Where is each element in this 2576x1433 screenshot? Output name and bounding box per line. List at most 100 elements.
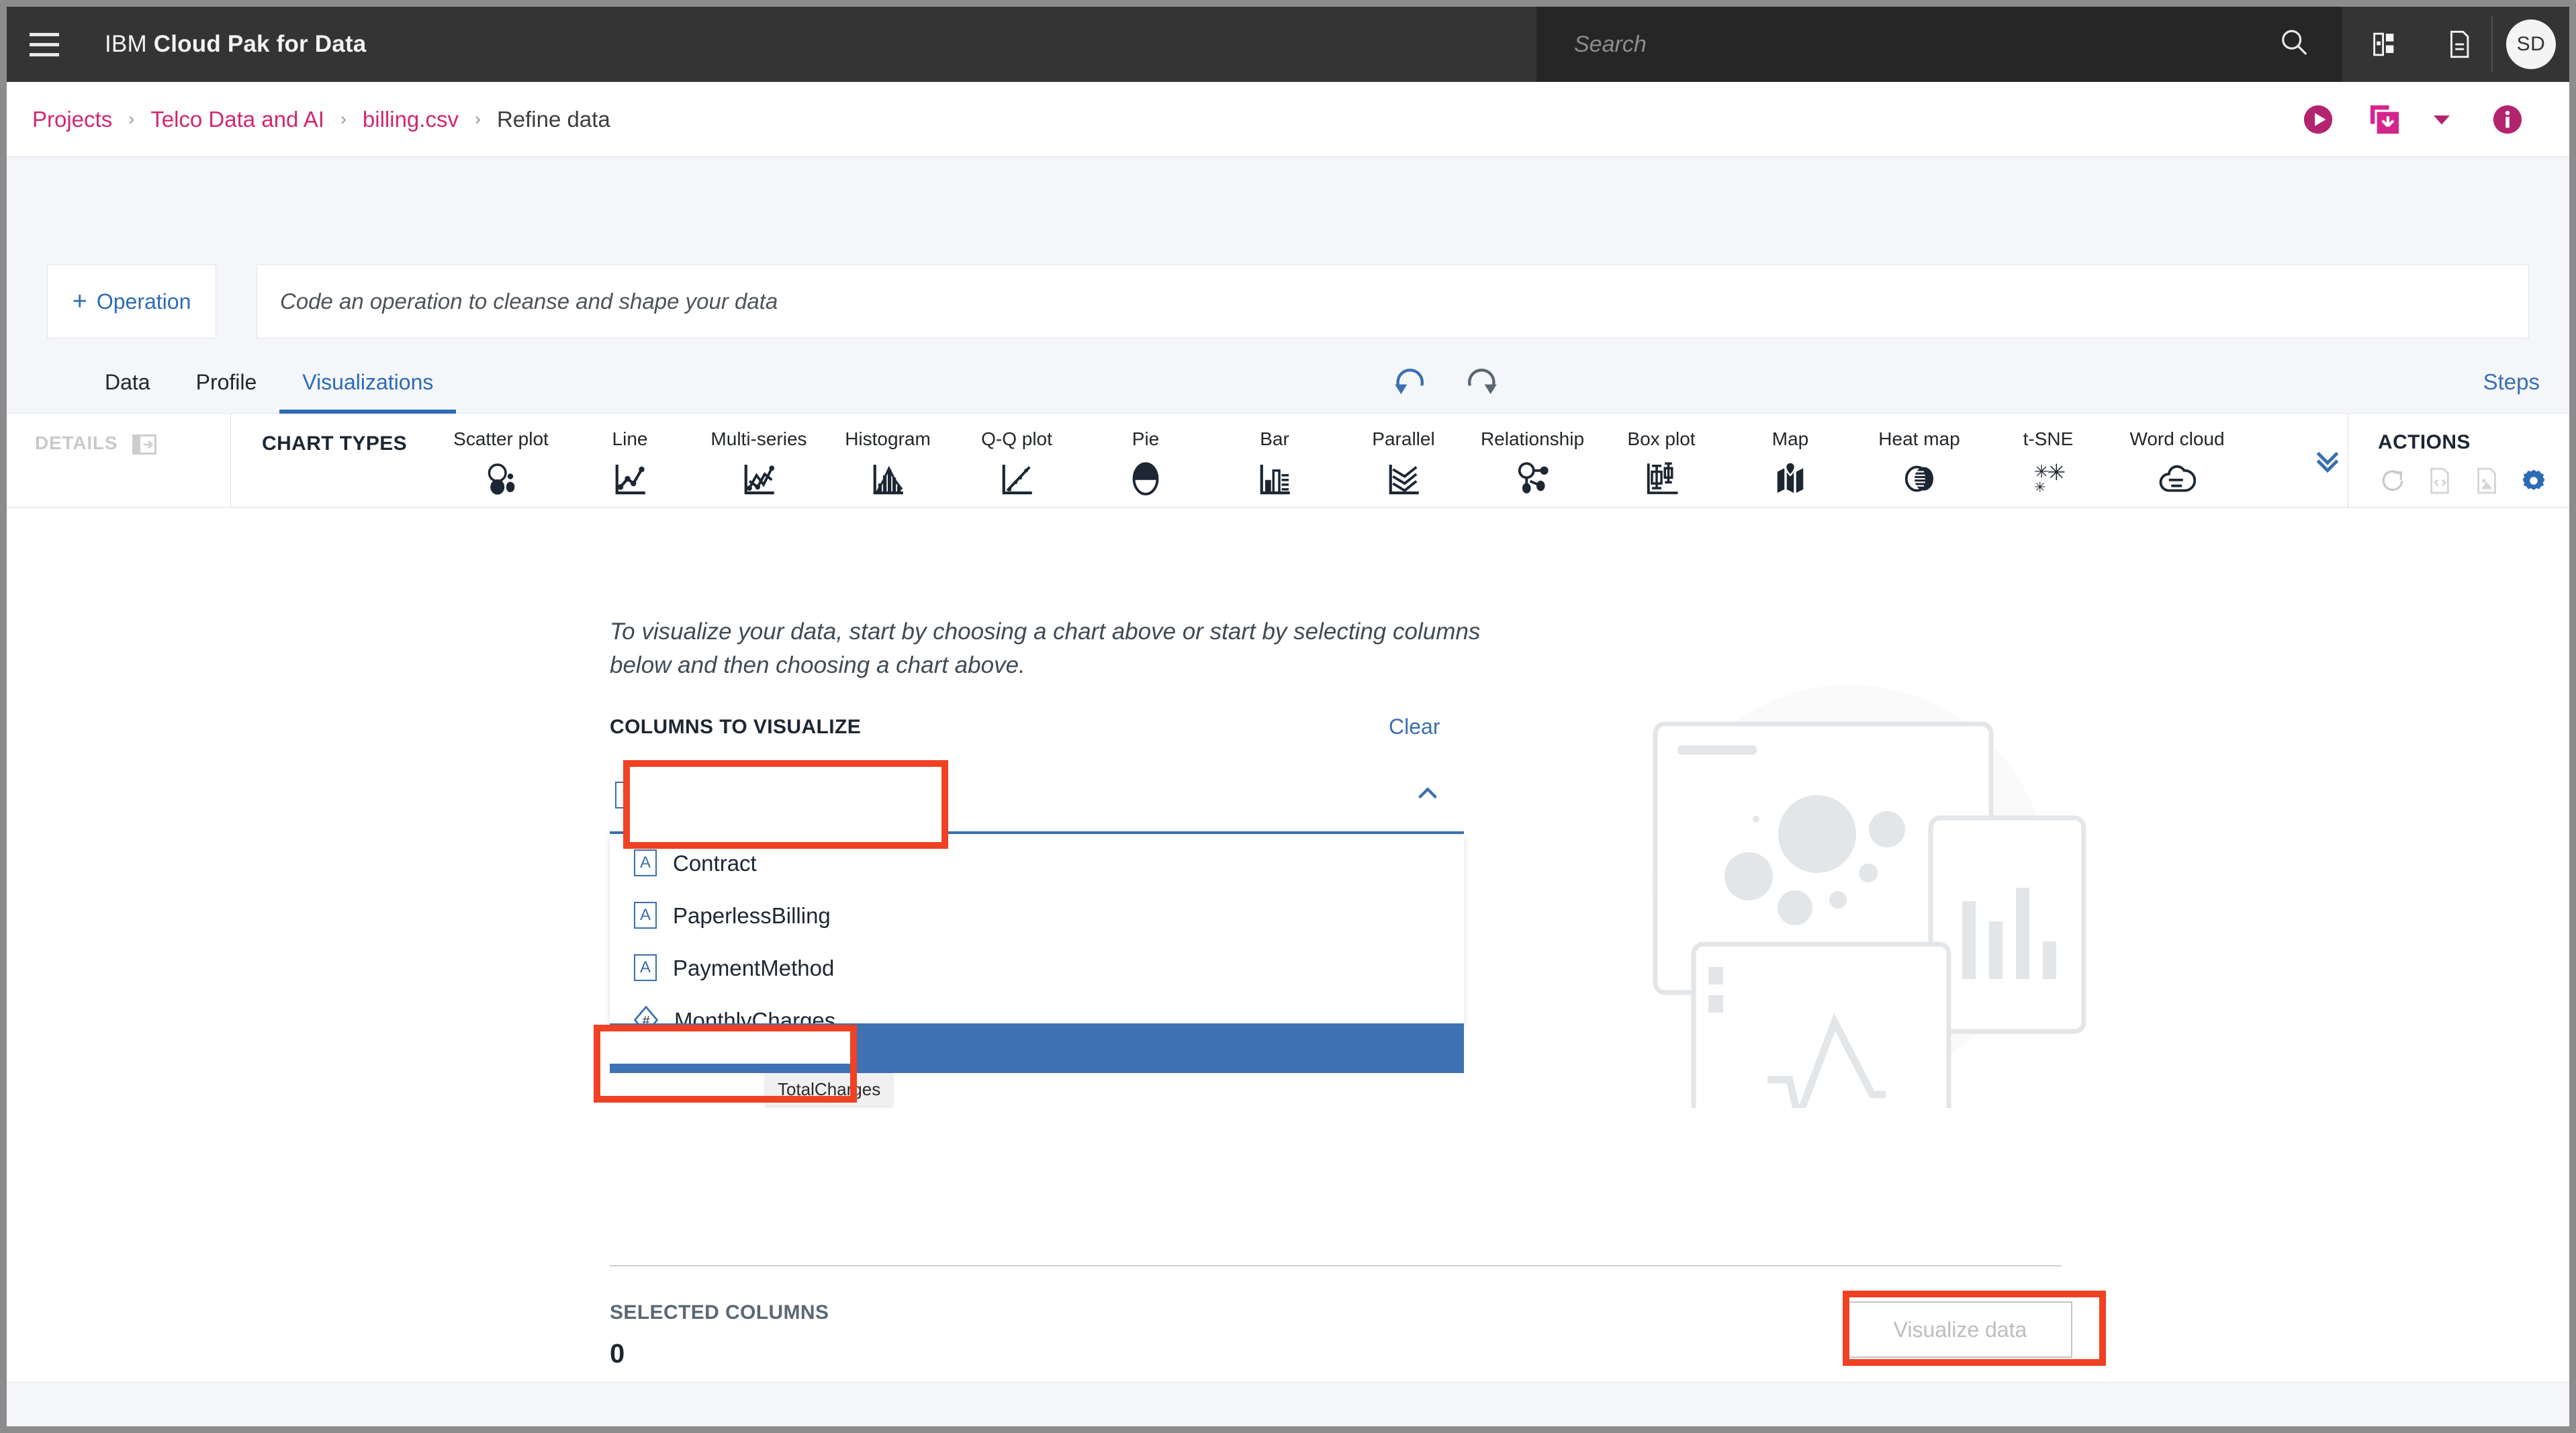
- chart-type-line[interactable]: Line: [565, 414, 694, 500]
- view-tabs: Data Profile Visualizations: [82, 351, 456, 414]
- avatar[interactable]: SD: [2506, 19, 2556, 69]
- annotation-fill: [630, 767, 941, 842]
- details-panel: DETAILS: [7, 414, 231, 508]
- save-dropdown-chevron-icon[interactable]: [2413, 82, 2470, 157]
- dropdown-option-label: PaymentMethod: [673, 957, 834, 979]
- search-icon[interactable]: [2279, 28, 2310, 62]
- chart-type-label: Q-Q plot: [981, 430, 1052, 449]
- map-icon: [1772, 458, 1809, 500]
- dropdown-option-monthlycharges[interactable]: # MonthlyCharges: [610, 994, 1464, 1023]
- tab-visualizations[interactable]: Visualizations: [279, 351, 456, 414]
- svg-text:#: #: [643, 1014, 650, 1024]
- chart-type-map[interactable]: Map: [1726, 414, 1855, 500]
- chevron-right-icon: ›: [128, 110, 134, 128]
- gear-icon[interactable]: [2519, 466, 2548, 499]
- chart-type-parallel[interactable]: Parallel: [1339, 414, 1468, 500]
- app-title: IBM Cloud Pak for Data: [105, 31, 366, 58]
- dropdown-option-paymentmethod[interactable]: A PaymentMethod: [610, 941, 1464, 994]
- refresh-icon[interactable]: [2378, 466, 2407, 499]
- chart-type-bar[interactable]: Bar: [1210, 414, 1339, 500]
- chart-type-heat-map[interactable]: Heat map: [1855, 414, 1984, 500]
- chart-type-label: Line: [612, 430, 648, 449]
- footer-bar: [7, 1382, 2569, 1426]
- text-type-badge-icon: A: [634, 954, 657, 981]
- document-icon[interactable]: [2422, 7, 2497, 82]
- breadcrumb-item-file[interactable]: billing.csv: [363, 107, 459, 132]
- chart-types-list: Scatter plot Line: [436, 414, 2242, 508]
- global-header: IBM Cloud Pak for Data Search: [7, 7, 2569, 82]
- visualize-data-button[interactable]: Visualize data: [1848, 1301, 2072, 1358]
- pie-chart-icon: [1127, 458, 1164, 500]
- redo-icon[interactable]: [1463, 361, 1502, 404]
- breadcrumb-item-project[interactable]: Telco Data and AI: [150, 107, 324, 132]
- chart-type-box-plot[interactable]: Box plot: [1597, 414, 1726, 500]
- chevron-up-icon[interactable]: [1414, 780, 1441, 811]
- undo-redo-group: [1390, 351, 1502, 414]
- dropdown-option-paperlessbilling[interactable]: A PaperlessBilling: [610, 889, 1464, 941]
- plus-icon: +: [73, 289, 87, 314]
- columns-to-visualize-label: COLUMNS TO VISUALIZE: [610, 716, 861, 739]
- chart-type-histogram[interactable]: Histogram: [823, 414, 952, 500]
- save-as-icon[interactable]: [2356, 82, 2413, 157]
- columns-dropdown-list[interactable]: A Contract A PaperlessBilling A PaymentM…: [610, 837, 1464, 1023]
- text-type-badge-icon: A: [634, 902, 657, 929]
- menu-icon[interactable]: [7, 7, 82, 82]
- chart-type-scatter-plot[interactable]: Scatter plot: [436, 414, 565, 500]
- view-tabs-bar: Data Profile Visualizations Steps: [7, 351, 2569, 414]
- chart-type-label: Pie: [1132, 430, 1159, 449]
- info-icon[interactable]: [2470, 82, 2545, 157]
- text-type-badge-icon: A: [634, 849, 657, 876]
- multi-series-icon: [740, 458, 778, 500]
- numeric-type-badge-icon: #: [634, 1006, 658, 1023]
- actions-label: ACTIONS: [2378, 431, 2569, 454]
- tsne-icon: ✳ ✳ ✳: [2029, 458, 2067, 500]
- chart-type-label: t-SNE: [2023, 430, 2074, 449]
- intro-text: To visualize your data, start by choosin…: [610, 615, 1483, 682]
- steps-link[interactable]: Steps: [2483, 351, 2540, 414]
- operation-code-input[interactable]: Code an operation to cleanse and shape y…: [257, 265, 2529, 338]
- image-file-icon[interactable]: [2472, 466, 2501, 499]
- clear-link[interactable]: Clear: [1389, 714, 1440, 739]
- chart-type-label: Relationship: [1481, 430, 1584, 449]
- add-operation-button[interactable]: + Operation: [47, 265, 216, 338]
- brand-product: Cloud Pak for Data: [154, 31, 367, 57]
- details-label: DETAILS: [35, 432, 118, 454]
- actions-icon-group: [2378, 466, 2569, 499]
- dropdown-option-label: PaperlessBilling: [673, 905, 831, 927]
- breadcrumb-item-projects[interactable]: Projects: [32, 107, 112, 132]
- charts-placeholder-illustration: [1618, 678, 2102, 1108]
- panel-expand-icon[interactable]: [132, 432, 156, 460]
- chart-type-qq-plot[interactable]: Q-Q plot: [952, 414, 1081, 500]
- code-file-icon[interactable]: [2425, 466, 2454, 499]
- dropdown-option-contract[interactable]: A Contract: [610, 837, 1464, 889]
- run-icon[interactable]: [2281, 82, 2356, 157]
- tab-data[interactable]: Data: [82, 351, 173, 414]
- operation-code-placeholder: Code an operation to cleanse and shape y…: [280, 289, 778, 314]
- section-divider: [610, 1265, 2062, 1266]
- chart-type-pie[interactable]: Pie: [1081, 414, 1210, 500]
- search-input[interactable]: Search: [1574, 32, 1647, 58]
- histogram-icon: [869, 458, 907, 500]
- annotation-fill: [600, 1031, 850, 1064]
- chevron-right-icon: ›: [475, 110, 481, 128]
- selected-columns-count: 0: [610, 1339, 625, 1369]
- chart-type-relationship[interactable]: Relationship: [1468, 414, 1597, 500]
- chart-type-label: Parallel: [1372, 430, 1434, 449]
- apps-grid-icon[interactable]: [2346, 7, 2422, 82]
- word-cloud-icon: [2158, 458, 2196, 500]
- tooltip: TotalCharges: [766, 1073, 892, 1106]
- line-chart-icon: [611, 458, 649, 500]
- chart-type-label: Box plot: [1627, 430, 1695, 449]
- global-search[interactable]: Search: [1536, 7, 2342, 82]
- tab-profile[interactable]: Profile: [173, 351, 280, 414]
- undo-icon[interactable]: [1390, 361, 1429, 404]
- chart-type-multi-series[interactable]: Multi-series: [694, 414, 823, 500]
- dropdown-option-label: MonthlyCharges: [674, 1009, 835, 1024]
- chart-type-label: Map: [1772, 430, 1808, 449]
- chevron-double-down-icon[interactable]: [2310, 443, 2345, 481]
- chart-type-word-cloud[interactable]: Word cloud: [2113, 414, 2242, 500]
- scatter-plot-icon: [482, 458, 520, 500]
- app-window: IBM Cloud Pak for Data Search: [7, 7, 2569, 1426]
- chart-type-tsne[interactable]: t-SNE ✳ ✳ ✳: [1984, 414, 2113, 500]
- chart-type-label: Word cloud: [2129, 430, 2224, 449]
